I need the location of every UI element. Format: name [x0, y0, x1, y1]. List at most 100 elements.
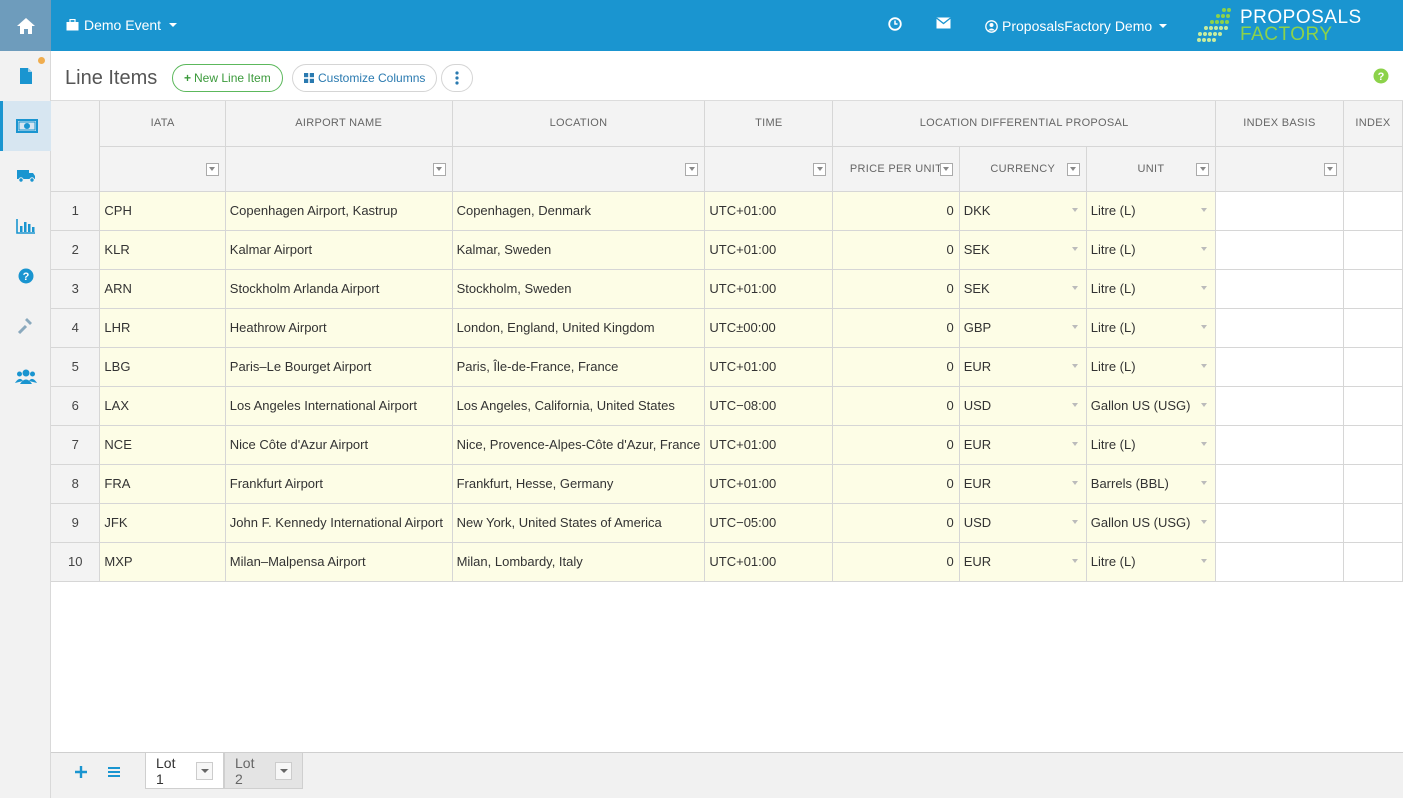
table-row[interactable]: 7 NCE Nice Côte d'Azur Airport Nice, Proven…	[51, 425, 1403, 465]
index-cell[interactable]	[1343, 347, 1403, 387]
location-cell[interactable]: Los Angeles, California, United States	[452, 386, 706, 426]
location-cell[interactable]: Copenhagen, Denmark	[452, 191, 706, 231]
price-per-unit-cell[interactable]: 0	[832, 503, 960, 543]
unit-cell[interactable]: Litre (L)	[1086, 191, 1217, 231]
filter-icon[interactable]	[685, 162, 699, 176]
dropdown-arrow-icon[interactable]	[1201, 402, 1208, 407]
table-row[interactable]: 4 LHR Heathrow Airport London, England, Uni…	[51, 308, 1403, 348]
unit-cell[interactable]: Barrels (BBL)	[1086, 464, 1217, 504]
unit-cell[interactable]: Gallon US (USG)	[1086, 503, 1217, 543]
dropdown-arrow-icon[interactable]	[1071, 519, 1078, 524]
index-cell[interactable]	[1343, 230, 1403, 270]
index-cell[interactable]	[1343, 308, 1403, 348]
rail-item-users[interactable]	[0, 351, 51, 401]
time-cell[interactable]: UTC+01:00	[704, 425, 834, 465]
location-cell[interactable]: London, England, United Kingdom	[452, 308, 706, 348]
currency-cell[interactable]: DKK	[959, 191, 1087, 231]
lot-list-button[interactable]	[107, 765, 121, 782]
table-row[interactable]: 3 ARN Stockholm Arlanda Airport Stockholm, …	[51, 269, 1403, 309]
messages-button[interactable]	[936, 17, 951, 32]
more-options-button[interactable]	[441, 64, 473, 92]
column-header-index[interactable]: INDEX	[1343, 101, 1403, 147]
filter-icon[interactable]	[1196, 162, 1210, 176]
index-basis-cell[interactable]	[1215, 347, 1344, 387]
currency-cell[interactable]: SEK	[959, 269, 1087, 309]
column-header-currency[interactable]: CURRENCY	[959, 146, 1087, 192]
dropdown-arrow-icon[interactable]	[1071, 207, 1078, 212]
index-basis-cell[interactable]	[1215, 191, 1344, 231]
dropdown-arrow-icon[interactable]	[1071, 441, 1078, 446]
iata-cell[interactable]: LHR	[99, 308, 226, 348]
time-cell[interactable]: UTC−08:00	[704, 386, 834, 426]
location-cell[interactable]: New York, United States of America	[452, 503, 706, 543]
new-line-item-button[interactable]: + New Line Item	[172, 64, 283, 92]
customize-columns-button[interactable]: Customize Columns	[292, 64, 438, 92]
dropdown-arrow-icon[interactable]	[1201, 324, 1208, 329]
table-row[interactable]: 8 FRA Frankfurt Airport Frankfurt, Hesse, G…	[51, 464, 1403, 504]
filter-icon[interactable]	[813, 162, 827, 176]
iata-cell[interactable]: KLR	[99, 230, 226, 270]
unit-cell[interactable]: Litre (L)	[1086, 269, 1217, 309]
location-cell[interactable]: Kalmar, Sweden	[452, 230, 706, 270]
index-cell[interactable]	[1343, 542, 1403, 582]
index-basis-cell[interactable]	[1215, 269, 1344, 309]
chevron-down-icon[interactable]	[275, 761, 292, 780]
location-cell[interactable]: Paris, Île-de-France, France	[452, 347, 706, 387]
dropdown-arrow-icon[interactable]	[1071, 363, 1078, 368]
currency-cell[interactable]: EUR	[959, 347, 1087, 387]
column-group-location-differential[interactable]: LOCATION DIFFERENTIAL PROPOSAL	[832, 101, 1217, 147]
dropdown-arrow-icon[interactable]	[1201, 363, 1208, 368]
index-cell[interactable]	[1343, 269, 1403, 309]
unit-cell[interactable]: Litre (L)	[1086, 347, 1217, 387]
price-per-unit-cell[interactable]: 0	[832, 464, 960, 504]
index-basis-cell[interactable]	[1215, 386, 1344, 426]
rail-item-reports[interactable]	[0, 201, 51, 251]
clock-button[interactable]	[888, 17, 902, 34]
time-cell[interactable]: UTC+01:00	[704, 230, 834, 270]
airport-name-cell[interactable]: Milan–Malpensa Airport	[225, 542, 453, 582]
index-cell[interactable]	[1343, 503, 1403, 543]
rail-item-line-items[interactable]	[0, 101, 59, 151]
time-cell[interactable]: UTC+01:00	[704, 191, 834, 231]
index-cell[interactable]	[1343, 464, 1403, 504]
table-row[interactable]: 2 KLR Kalmar Airport Kalmar, Sweden UTC+01:0…	[51, 230, 1403, 270]
table-row[interactable]: 5 LBG Paris–Le Bourget Airport Paris, Île-d…	[51, 347, 1403, 387]
dropdown-arrow-icon[interactable]	[1201, 285, 1208, 290]
airport-name-cell[interactable]: Kalmar Airport	[225, 230, 453, 270]
airport-name-cell[interactable]: Stockholm Arlanda Airport	[225, 269, 453, 309]
price-per-unit-cell[interactable]: 0	[832, 347, 960, 387]
unit-cell[interactable]: Litre (L)	[1086, 230, 1217, 270]
currency-cell[interactable]: SEK	[959, 230, 1087, 270]
help-button[interactable]: ?	[1373, 68, 1389, 87]
event-dropdown[interactable]: Demo Event	[66, 17, 178, 33]
home-button[interactable]	[0, 0, 51, 51]
add-lot-button[interactable]	[74, 765, 88, 782]
airport-name-cell[interactable]: Frankfurt Airport	[225, 464, 453, 504]
iata-cell[interactable]: MXP	[99, 542, 226, 582]
column-header-time[interactable]: TIME	[704, 101, 834, 147]
user-dropdown[interactable]: ProposalsFactory Demo	[985, 18, 1168, 34]
dropdown-arrow-icon[interactable]	[1071, 324, 1078, 329]
dropdown-arrow-icon[interactable]	[1201, 441, 1208, 446]
filter-icon[interactable]	[1066, 162, 1080, 176]
price-per-unit-cell[interactable]: 0	[832, 542, 960, 582]
iata-cell[interactable]: JFK	[99, 503, 226, 543]
price-per-unit-cell[interactable]: 0	[832, 269, 960, 309]
dropdown-arrow-icon[interactable]	[1071, 402, 1078, 407]
iata-cell[interactable]: LAX	[99, 386, 226, 426]
dropdown-arrow-icon[interactable]	[1071, 285, 1078, 290]
filter-icon[interactable]	[939, 162, 953, 176]
dropdown-arrow-icon[interactable]	[1201, 519, 1208, 524]
airport-name-cell[interactable]: Copenhagen Airport, Kastrup	[225, 191, 453, 231]
price-per-unit-cell[interactable]: 0	[832, 308, 960, 348]
index-cell[interactable]	[1343, 191, 1403, 231]
dropdown-arrow-icon[interactable]	[1071, 558, 1078, 563]
tab-lot-2[interactable]: Lot 2	[224, 753, 303, 789]
filter-icon[interactable]	[205, 162, 219, 176]
airport-name-cell[interactable]: John F. Kennedy International Airport	[225, 503, 453, 543]
index-basis-cell[interactable]	[1215, 542, 1344, 582]
unit-cell[interactable]: Gallon US (USG)	[1086, 386, 1217, 426]
location-cell[interactable]: Stockholm, Sweden	[452, 269, 706, 309]
airport-name-cell[interactable]: Heathrow Airport	[225, 308, 453, 348]
table-row[interactable]: 9 JFK John F. Kennedy International Airpor…	[51, 503, 1403, 543]
